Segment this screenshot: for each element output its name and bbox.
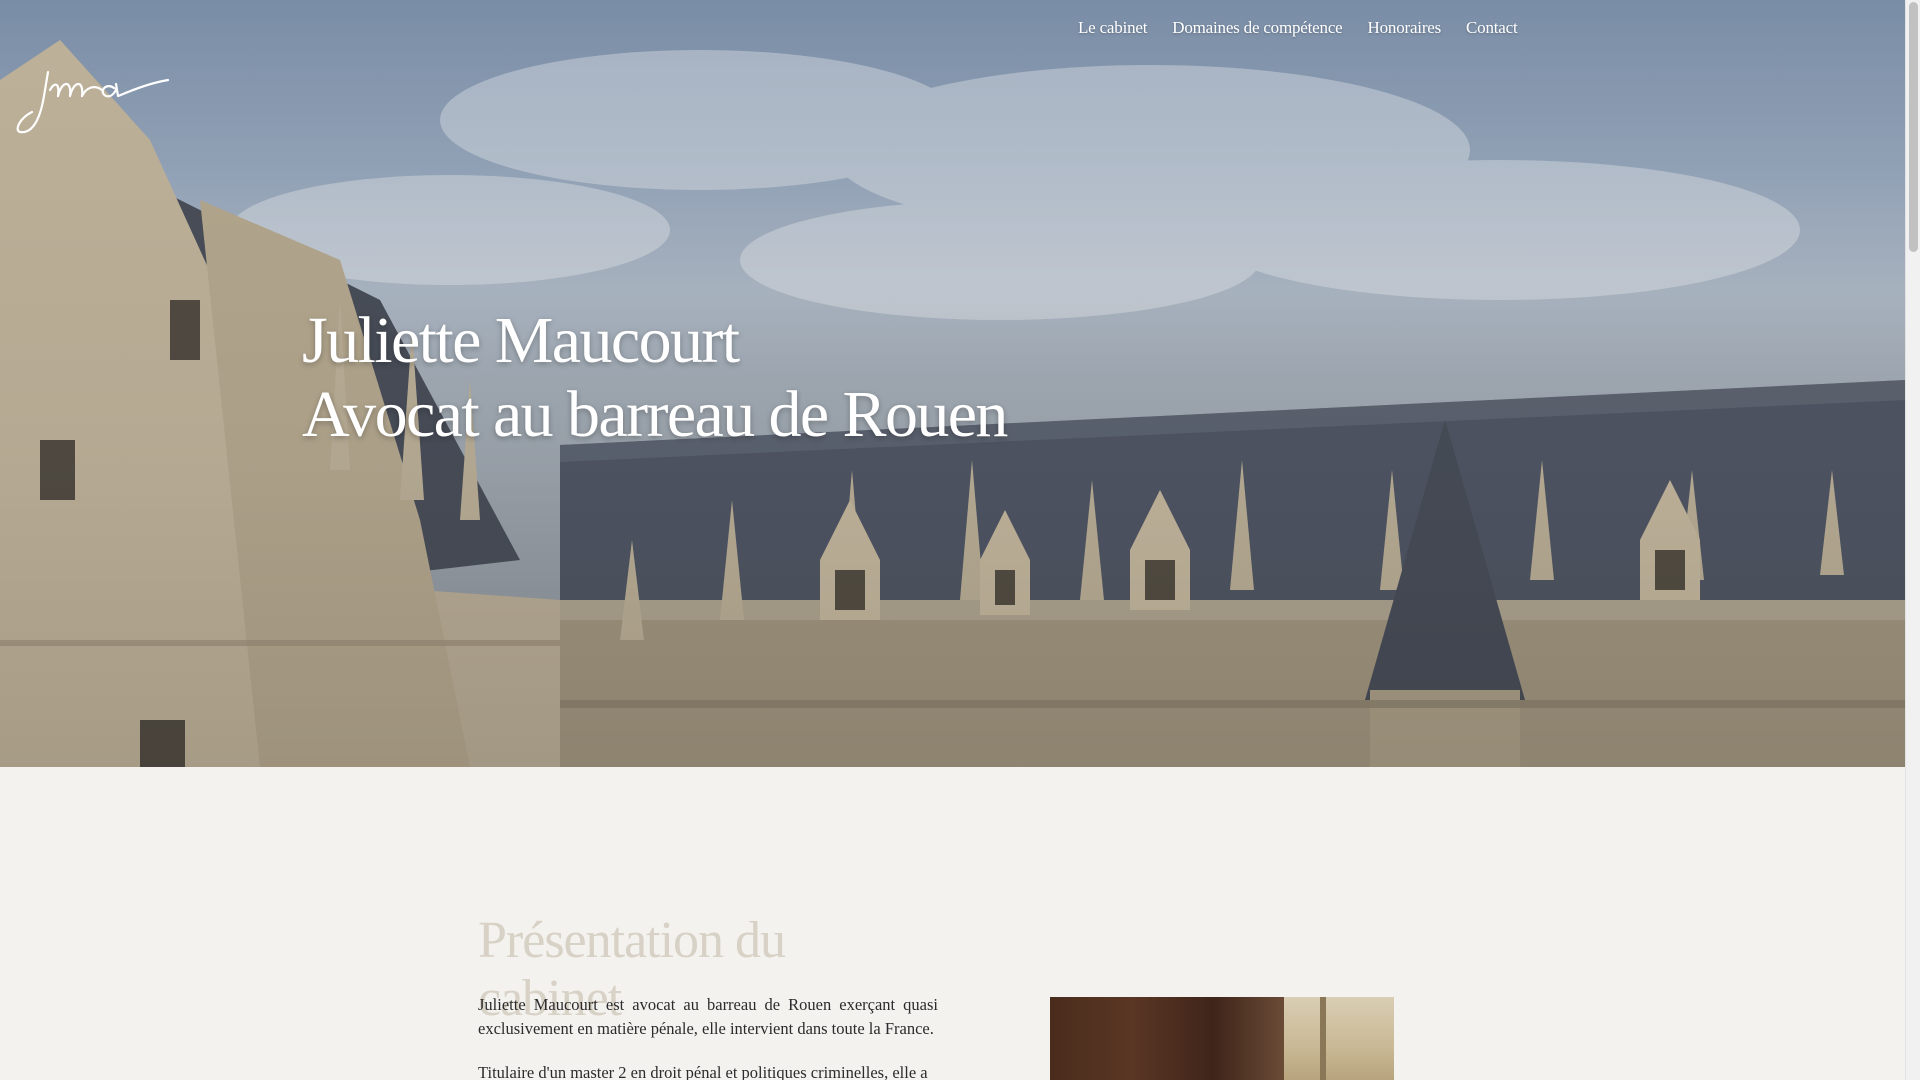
hero-title: Juliette Maucourt Avocat au barreau de R… — [302, 304, 1008, 452]
portrait-window-area — [1284, 997, 1394, 1080]
presentation-text: Juliette Maucourt est avocat au barreau … — [478, 993, 938, 1080]
nav-item-contact[interactable]: Contact — [1466, 14, 1518, 42]
nav-item-honoraires[interactable]: Honoraires — [1368, 14, 1442, 42]
nav-item-domaines[interactable]: Domaines de compétence — [1172, 14, 1342, 42]
page-scrollbar[interactable] — [1905, 0, 1920, 1080]
presentation-paragraph-1: Juliette Maucourt est avocat au barreau … — [478, 995, 938, 1038]
nav-item-le-cabinet[interactable]: Le cabinet — [1078, 14, 1147, 42]
portrait-window-mullion — [1320, 997, 1326, 1080]
scrollbar-thumb[interactable] — [1909, 2, 1918, 252]
portrait-door-area — [1050, 997, 1284, 1080]
hero-banner: Le cabinet Domaines de compétence Honora… — [0, 0, 1905, 767]
lawyer-portrait-photo-icon — [1050, 997, 1394, 1080]
main-navigation: Le cabinet Domaines de compétence Honora… — [1078, 14, 1518, 42]
presentation-paragraph-2: Titulaire d'un master 2 en droit pénal e… — [478, 1063, 928, 1080]
hero-title-name: Juliette Maucourt — [302, 304, 740, 377]
jma-signature-logo-icon[interactable] — [14, 62, 174, 142]
hero-title-subtitle: Avocat au barreau de Rouen — [302, 378, 1008, 451]
